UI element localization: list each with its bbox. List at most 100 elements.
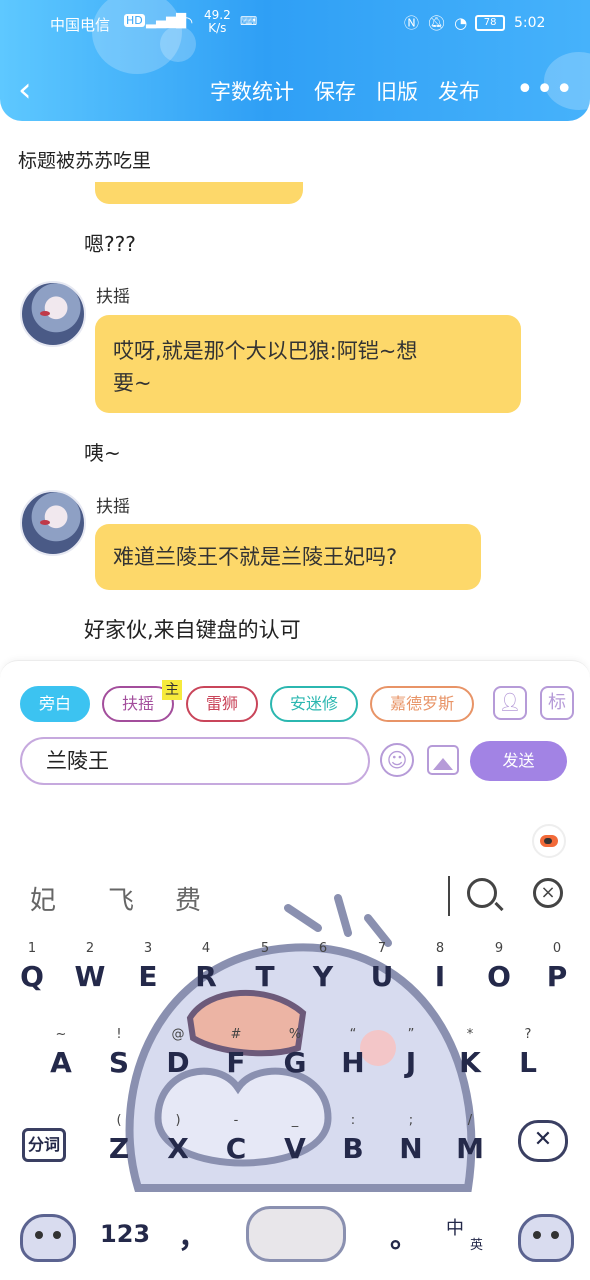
page-title[interactable]: 标题被苏苏吃里 [18,146,151,173]
comma-key[interactable]: ， [178,1212,208,1256]
key-f[interactable]: # F [211,1026,261,1096]
key-symbol: 7 [377,941,387,956]
key-n[interactable]: ; N [386,1112,436,1182]
key-letter: Y [312,960,334,993]
key-q[interactable]: 1Q [7,940,57,1010]
narration-line[interactable]: 咦~ [84,437,121,466]
keyboard-indicator-icon: ⌨ [240,14,258,28]
avatar[interactable] [20,281,86,347]
key-symbol: 3 [143,941,153,956]
toolbar: 字数统计 保存 旧版 发布 [210,76,480,106]
key-v[interactable]: _ V [270,1112,320,1182]
lang-en-label: 英 [470,1238,484,1253]
old-version-button[interactable]: 旧版 [376,76,418,106]
send-button[interactable]: 发送 [470,741,567,781]
key-h[interactable]: “H [328,1026,378,1096]
delete-icon: ✕ [533,1127,553,1152]
status-bar: 中国电信 HD ▂▄▆█ ◠ 49.2 K/s ⌨ Ⓝ 🔕︎ ◔ 78 5:02 [0,8,590,38]
key-g[interactable]: % G [270,1026,320,1096]
key-letter: I [434,960,446,993]
key-b[interactable]: :B [328,1112,378,1182]
back-button[interactable]: ‹ [18,70,48,110]
key-a[interactable]: ~ A [36,1026,86,1096]
candidate-word[interactable]: 费 [175,880,201,917]
key-symbol: - [233,1113,239,1128]
key-letter: X [167,1132,189,1165]
chat-bubble[interactable]: 哎呀,就是那个大以巴狼:阿铠~想 要~ [95,315,521,413]
key-j[interactable]: ” J [386,1026,436,1096]
segment-key[interactable]: 分词 [22,1128,67,1162]
key-symbol: 2 [85,941,95,956]
key-letter: A [50,1046,72,1079]
image-button[interactable] [427,745,459,775]
key-letter: G [283,1046,307,1079]
key-letter: E [138,960,158,993]
close-icon[interactable]: × [533,878,563,908]
key-c[interactable]: -C [211,1112,261,1182]
key-symbol: @ [171,1027,185,1042]
word-count-button[interactable]: 字数统计 [210,76,294,106]
key-y[interactable]: 6Y [298,940,348,1010]
space-key[interactable] [246,1206,346,1262]
key-letter: H [341,1046,365,1079]
key-t[interactable]: 5T [240,940,290,1010]
avatar[interactable] [20,490,86,556]
key-symbol: _ [291,1113,299,1128]
more-button[interactable]: ••• [516,72,575,107]
character-manage-button[interactable]: 👤︎ [493,686,527,720]
key-x[interactable]: ) X [153,1112,203,1182]
key-o[interactable]: 9O [474,940,524,1010]
key-symbol: 0 [552,941,562,956]
chip-character[interactable]: 安迷修 [270,686,359,722]
key-s[interactable]: ! S [94,1026,144,1096]
key-letter: N [399,1132,423,1165]
key-z[interactable]: (Z [94,1112,144,1182]
chip-character[interactable]: 主 雷狮 [162,680,259,722]
narration-line[interactable]: 嗯??? [84,228,136,257]
key-symbol: : [350,1113,356,1128]
key-m[interactable]: / M [445,1112,495,1182]
key-p[interactable]: 0P [532,940,582,1010]
character-chips: 旁白 扶摇 主 雷狮 安迷修 嘉德罗斯 [20,680,475,722]
chip-character[interactable]: 嘉德罗斯 [370,686,475,722]
key-letter: T [255,960,275,993]
key-u[interactable]: 7U [357,940,407,1010]
message-input[interactable]: 兰陵王 [20,737,370,785]
chat-bubble[interactable]: 难道兰陵王不就是兰陵王妃吗? [95,524,481,590]
publish-button[interactable]: 发布 [438,76,480,106]
emoji-button[interactable]: ☺ [380,743,414,777]
key-symbol: 9 [494,941,504,956]
enter-sticker-key[interactable] [518,1214,574,1262]
key-symbol: ( [116,1113,122,1128]
key-symbol: 8 [435,941,445,956]
number-key[interactable]: 123 [100,1220,150,1248]
key-k[interactable]: * K [445,1026,495,1096]
candidate-word[interactable]: 妃 [30,880,56,917]
period-key[interactable]: 。 [390,1216,418,1256]
emoji-sticker-key[interactable] [20,1214,76,1262]
narration-line[interactable]: 好家伙,来自键盘的认可 [84,614,301,644]
candidate-word[interactable]: 飞 [108,880,134,917]
net-speed-unit: K/s [208,21,227,35]
key-r[interactable]: 4R [181,940,231,1010]
chevron-left-icon: ‹ [18,70,32,110]
key-symbol: 6 [318,941,328,956]
save-button[interactable]: 保存 [314,76,356,106]
backspace-key[interactable]: ✕ [518,1120,568,1162]
message-text-line: 难道兰陵王不就是兰陵王妃吗? [113,545,398,569]
key-i[interactable]: 8I [415,940,465,1010]
key-symbol: 5 [260,941,270,956]
tag-button[interactable]: 标 [540,686,574,720]
key-symbol: ) [175,1113,181,1128]
key-d[interactable]: @ D [153,1026,203,1096]
speaker-name: 扶摇 [96,287,130,307]
chip-narration[interactable]: 旁白 [20,686,91,722]
assistant-robot-icon[interactable] [532,824,566,858]
search-icon[interactable] [467,878,497,908]
mute-icon: 🔕︎ [427,13,447,32]
chat-bubble-partial[interactable] [95,182,303,204]
key-l[interactable]: ? L [503,1026,553,1096]
language-switch-key[interactable]: 中 英 [446,1214,486,1258]
key-w[interactable]: 2W [65,940,115,1010]
key-e[interactable]: 3E [123,940,173,1010]
